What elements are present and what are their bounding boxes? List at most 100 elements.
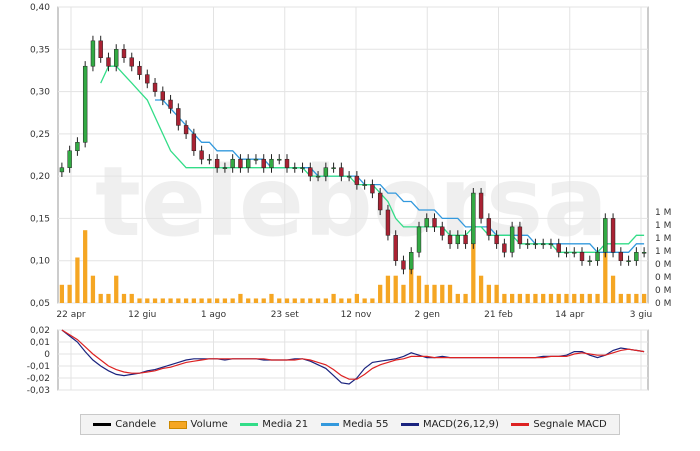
volume-bar	[75, 257, 80, 303]
candle-body	[377, 192, 383, 211]
x-tick-label: 12 giu	[128, 310, 156, 320]
price-tick-label: 0,20	[30, 172, 50, 182]
candle-body	[339, 167, 344, 177]
volume-bar	[618, 293, 623, 303]
candle-body	[618, 252, 624, 261]
volume-bar	[393, 275, 398, 303]
volume-bar	[137, 298, 142, 303]
volume-bar	[215, 298, 220, 303]
volume-bar	[152, 298, 158, 303]
volume-bar	[292, 298, 297, 303]
candle-body	[106, 57, 111, 67]
legend-swatch	[511, 423, 530, 426]
volume-bar	[246, 298, 251, 303]
candle-body	[129, 57, 134, 67]
candle-body	[525, 243, 530, 246]
volume-bar	[106, 293, 111, 303]
volume-bar	[191, 298, 196, 303]
candle-body	[269, 158, 274, 168]
x-tick-label: 22 apr	[56, 310, 86, 320]
candle-body	[160, 91, 165, 101]
candle-body	[308, 167, 313, 177]
volume-bar	[308, 298, 313, 303]
volume-bar	[114, 275, 119, 303]
volume-bar	[269, 293, 274, 303]
candle-body	[587, 260, 592, 262]
volume-bar	[416, 275, 422, 303]
candle-body	[315, 175, 321, 178]
candle-body	[300, 167, 305, 169]
volume-bar	[378, 284, 383, 303]
volume-bar	[424, 284, 429, 303]
price-tick-label: 0,30	[30, 88, 50, 98]
volume-bar	[121, 293, 127, 303]
legend-item-segnale-macd[interactable]: Segnale MACD	[511, 419, 607, 430]
legend-item-candele[interactable]: Candele	[93, 419, 156, 430]
candle-body	[323, 167, 329, 177]
candle-body	[416, 226, 422, 253]
candle-body	[548, 243, 554, 246]
volume-bar	[463, 293, 468, 303]
volume-bar	[587, 293, 592, 303]
volume-tick-label: 1 M	[655, 208, 671, 218]
volume-bar	[331, 293, 336, 303]
candle-body	[393, 235, 398, 261]
volume-bar	[541, 293, 546, 303]
legend-item-volume[interactable]: Volume	[168, 419, 228, 430]
candle-body	[509, 226, 515, 253]
candle-body	[370, 184, 375, 194]
candle-body	[564, 252, 569, 254]
volume-bar	[323, 298, 328, 303]
volume-bar	[440, 284, 445, 303]
candle-body	[214, 158, 220, 168]
volume-bar	[494, 284, 499, 303]
x-tick-label: 12 nov	[341, 310, 373, 320]
volume-bar	[626, 293, 631, 303]
legend-label: Candele	[115, 419, 157, 430]
candle-body	[152, 82, 158, 92]
legend-item-media-21[interactable]: Media 21	[240, 419, 308, 430]
volume-bar	[455, 293, 460, 303]
candle-body	[145, 74, 150, 84]
volume-bar	[634, 293, 639, 303]
volume-bar	[67, 284, 72, 303]
volume-bar	[579, 293, 585, 303]
volume-bar	[230, 298, 235, 303]
legend-label: Volume	[190, 419, 228, 430]
candle-body	[59, 167, 65, 173]
candle-body	[67, 150, 72, 168]
legend-swatch	[400, 423, 419, 426]
candle-body	[641, 252, 647, 254]
macd-tick-label: -0,02	[27, 374, 50, 384]
candle-body	[385, 209, 391, 236]
candle-body	[191, 133, 197, 152]
volume-bar	[207, 298, 212, 303]
volume-bar	[83, 230, 88, 303]
candle-body	[246, 158, 251, 168]
volume-bar	[447, 284, 453, 303]
legend-item-media-55[interactable]: Media 55	[320, 419, 389, 430]
price-tick-label: 0,25	[30, 130, 50, 140]
price-tick-label: 0,05	[30, 299, 50, 309]
candle-body	[82, 65, 88, 143]
candle-body	[424, 218, 429, 228]
candle-body	[98, 40, 103, 58]
legend-swatch	[320, 423, 339, 426]
legend-item-macd[interactable]: MACD(26,12,9)	[400, 419, 499, 430]
volume-tick-label: 1 M	[655, 247, 671, 257]
candle-body	[346, 175, 352, 178]
candle-body	[168, 99, 173, 109]
volume-bar	[238, 293, 243, 303]
candle-body	[610, 218, 616, 253]
price-tick-label: 0,10	[30, 257, 50, 267]
candle-body	[634, 252, 639, 261]
candle-body	[362, 184, 367, 186]
candle-body	[354, 175, 360, 185]
x-tick-label: 23 set	[271, 310, 300, 320]
candle-body	[572, 252, 577, 254]
legend-label: Media 55	[342, 419, 389, 430]
volume-bar	[432, 284, 437, 303]
candle-body	[292, 167, 297, 169]
macd-tick-label: -0,01	[27, 362, 50, 372]
candle-body	[595, 252, 600, 261]
